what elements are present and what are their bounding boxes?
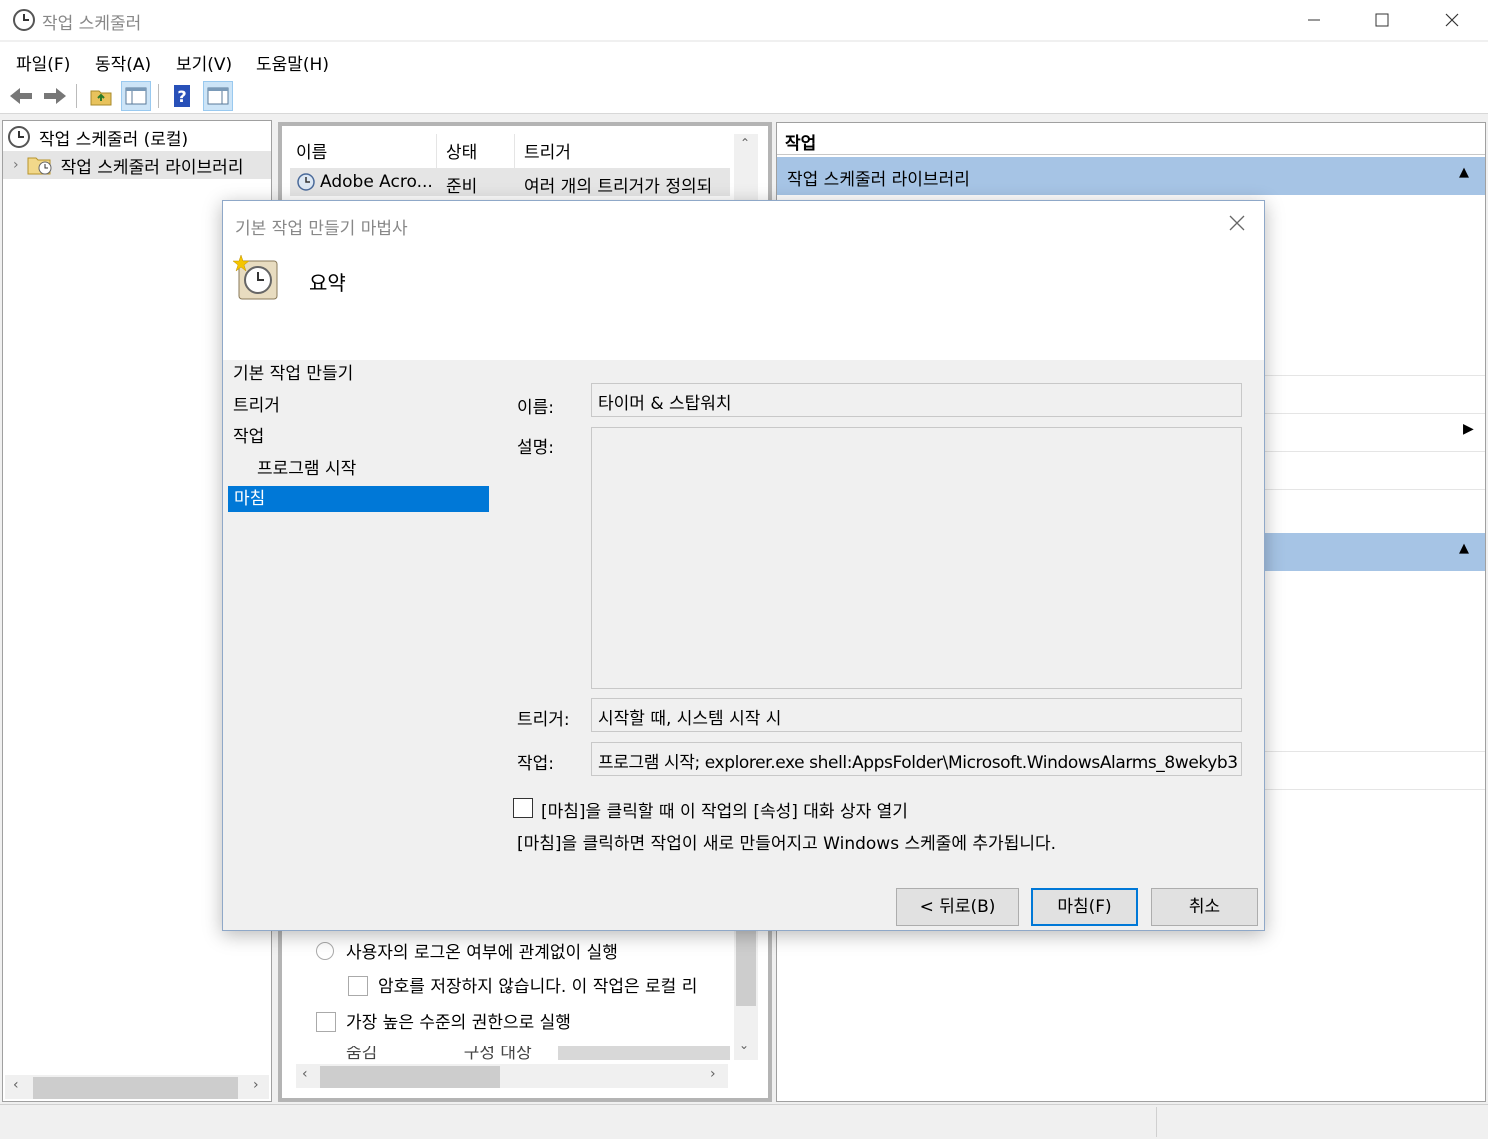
list-vscrollbar[interactable]: ⌃ xyxy=(734,134,758,200)
forward-arrow-icon[interactable] xyxy=(40,81,70,111)
step-trigger: 트리거 xyxy=(233,396,280,416)
action-label: 작업: xyxy=(517,754,555,774)
window-title: 작업 스케줄러 xyxy=(42,14,142,34)
actions-pane-header: 작업 xyxy=(777,123,1485,155)
description-label: 설명: xyxy=(517,438,555,458)
dialog-close-button[interactable] xyxy=(1227,213,1247,238)
tree-item-library[interactable]: › 작업 스케줄러 라이브러리 xyxy=(3,151,271,179)
general-hscrollbar[interactable]: ‹ › xyxy=(296,1064,728,1088)
scroll-right-icon[interactable]: › xyxy=(253,1077,259,1093)
table-row[interactable]: Adobe Acro... 준비 여러 개의 트리거가 정의되 xyxy=(290,168,730,197)
task-wizard-icon xyxy=(232,253,281,306)
close-button[interactable] xyxy=(1418,0,1486,40)
dialog-heading: 요약 xyxy=(309,271,346,295)
step-create-basic-task: 기본 작업 만들기 xyxy=(233,364,354,384)
show-action-pane-icon[interactable] xyxy=(203,81,233,111)
dialog-title: 기본 작업 만들기 마법사 xyxy=(235,219,408,239)
submenu-arrow-icon[interactable]: ▶ xyxy=(1463,421,1474,437)
highest-privileges-checkbox[interactable] xyxy=(316,1012,336,1032)
highest-privileges-label: 가장 높은 수준의 권한으로 실행 xyxy=(346,1013,571,1033)
scroll-thumb[interactable] xyxy=(33,1077,238,1099)
actions-pane-title: 작업 xyxy=(785,134,817,154)
scroll-up-icon[interactable]: ⌃ xyxy=(740,136,750,150)
general-vscrollbar[interactable]: ⌄ xyxy=(734,926,758,1060)
scroll-thumb[interactable] xyxy=(320,1066,500,1088)
scroll-left-icon[interactable]: ‹ xyxy=(302,1066,308,1082)
menu-bar: 파일(F) 동작(A) 보기(V) 도움말(H) xyxy=(0,42,1488,78)
title-bar: 작업 스케줄러 xyxy=(0,0,1488,40)
help-icon[interactable]: ? xyxy=(167,81,197,111)
menu-view[interactable]: 보기(V) xyxy=(176,50,232,75)
run-whether-label: 사용자의 로그온 여부에 관계없이 실행 xyxy=(346,943,618,963)
scroll-left-icon[interactable]: ‹ xyxy=(13,1077,19,1093)
menu-help[interactable]: 도움말(H) xyxy=(256,50,329,75)
clock-icon xyxy=(12,8,36,37)
actions-section-header[interactable]: 작업 스케줄러 라이브러리 ▲ xyxy=(777,157,1485,195)
open-properties-label[interactable]: [마침]을 클릭할 때 이 작업의 [속성] 대화 상자 열기 xyxy=(541,797,908,822)
tree-root[interactable]: 작업 스케줄러 (로컬) xyxy=(7,123,188,151)
chevron-right-icon[interactable]: › xyxy=(13,157,19,173)
cancel-button[interactable]: 취소 xyxy=(1151,888,1258,926)
create-basic-task-wizard: 기본 작업 만들기 마법사 요약 기본 작업 만들기 트리거 작업 프로그램 시… xyxy=(222,200,1265,931)
action-field[interactable]: 프로그램 시작; explorer.exe shell:AppsFolder\M… xyxy=(591,742,1242,776)
scroll-thumb[interactable] xyxy=(736,926,756,1006)
scroll-down-icon[interactable]: ⌄ xyxy=(739,1038,749,1052)
show-tree-icon[interactable] xyxy=(121,81,151,111)
folder-clock-icon xyxy=(27,154,53,176)
back-arrow-icon[interactable] xyxy=(6,81,36,111)
task-status: 준비 xyxy=(446,177,478,197)
trigger-label: 트리거: xyxy=(517,710,570,730)
name-field[interactable]: 타이머 & 스탑워치 xyxy=(591,383,1242,417)
folder-up-icon[interactable] xyxy=(86,81,116,111)
run-whether-logged-radio[interactable] xyxy=(316,942,334,960)
no-password-label: 암호를 저장하지 않습니다. 이 작업은 로컬 리 xyxy=(378,977,698,997)
task-clock-icon xyxy=(296,172,316,197)
minimize-button[interactable] xyxy=(1280,0,1348,40)
column-status[interactable]: 상태 xyxy=(446,138,477,163)
finish-button[interactable]: 마침(F) xyxy=(1031,888,1138,926)
tree-root-label: 작업 스케줄러 (로컬) xyxy=(39,129,189,150)
name-label: 이름: xyxy=(517,398,555,418)
step-finish: 마침 xyxy=(228,486,489,512)
hidden-config-row: 숨김 구성 대상 xyxy=(298,1046,730,1060)
open-properties-checkbox[interactable] xyxy=(513,798,533,818)
scroll-right-icon[interactable]: › xyxy=(710,1066,716,1082)
clock-icon xyxy=(7,125,31,149)
maximize-button[interactable] xyxy=(1348,0,1416,40)
back-button[interactable]: < 뒤로(B) xyxy=(896,888,1019,926)
menu-file[interactable]: 파일(F) xyxy=(16,50,70,75)
no-password-checkbox[interactable] xyxy=(348,976,368,996)
collapse-up-icon[interactable]: ▲ xyxy=(1459,165,1469,180)
tree-hscrollbar[interactable]: ‹ › xyxy=(5,1075,269,1099)
description-field[interactable] xyxy=(591,427,1242,689)
collapse-up-icon[interactable]: ▲ xyxy=(1459,541,1469,556)
actions-section-label: 작업 스케줄러 라이브러리 xyxy=(787,170,970,190)
step-action: 작업 xyxy=(233,427,265,447)
menu-action[interactable]: 동작(A) xyxy=(95,50,151,75)
step-start-program: 프로그램 시작 xyxy=(257,459,357,479)
hidden-config-label: 숨김 구성 대상 xyxy=(346,1046,532,1060)
toolbar: ? xyxy=(0,78,1488,114)
column-name[interactable]: 이름 xyxy=(296,138,327,163)
task-name: Adobe Acro... xyxy=(320,172,433,192)
column-trigger[interactable]: 트리거 xyxy=(524,138,571,163)
task-trigger: 여러 개의 트리거가 정의되 xyxy=(524,177,713,197)
tree-item-library-label: 작업 스케줄러 라이브러리 xyxy=(60,157,244,178)
trigger-field[interactable]: 시작할 때, 시스템 시작 시 xyxy=(591,698,1242,732)
status-bar xyxy=(0,1104,1488,1139)
dialog-header: 기본 작업 만들기 마법사 요약 xyxy=(223,201,1264,360)
finish-info-text: [마침]을 클릭하면 작업이 새로 만들어지고 Windows 스케줄에 추가됩… xyxy=(517,834,1057,854)
svg-text:?: ? xyxy=(177,87,186,106)
